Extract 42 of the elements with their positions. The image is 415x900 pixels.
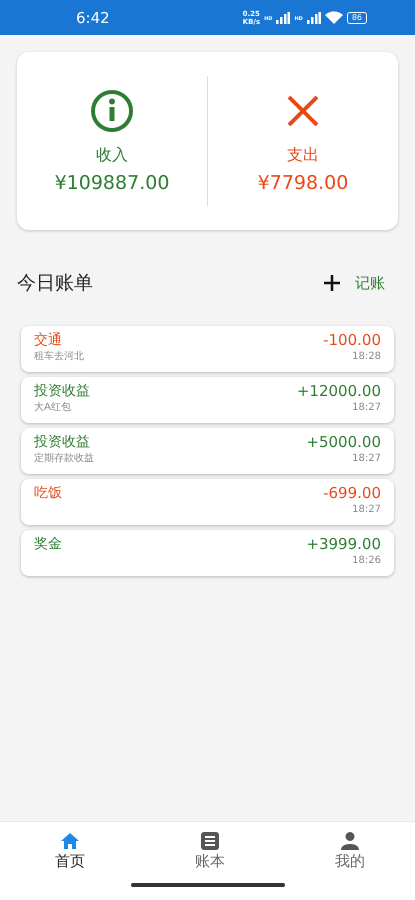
bill-time: 18:26 — [352, 554, 381, 567]
bill-amount: +3999.00 — [306, 534, 381, 554]
bill-item[interactable]: 投资收益 定期存款收益 +5000.00 18:27 — [21, 428, 394, 474]
status-time: 6:42 — [76, 8, 110, 26]
bill-category: 投资收益 — [34, 382, 90, 401]
bill-item[interactable]: 奖金 +3999.00 18:26 — [21, 530, 394, 576]
bill-amount: -699.00 — [323, 483, 381, 503]
info-icon — [90, 88, 134, 132]
add-entry-button[interactable]: 记账 — [323, 274, 385, 292]
summary-label: 收入 — [96, 144, 128, 166]
list-icon — [201, 832, 219, 850]
home-icon — [60, 832, 80, 850]
signal-icon — [306, 12, 321, 24]
tab-item[interactable]: 账本 — [175, 832, 245, 871]
bill-amount: +5000.00 — [306, 432, 381, 452]
bill-note: 租车去河北 — [34, 350, 84, 363]
bill-item[interactable]: 投资收益 大A红包 +12000.00 18:27 — [21, 377, 394, 423]
bill-category: 交通 — [34, 331, 62, 350]
battery-indicator: 86 — [346, 12, 367, 24]
summary-label: 支出 — [287, 144, 319, 166]
signal-icon — [276, 12, 290, 24]
bill-item[interactable]: 吃饭 -699.00 18:27 — [21, 479, 394, 525]
bill-category: 奖金 — [34, 535, 62, 554]
section-title: 今日账单 — [17, 271, 93, 296]
bill-time: 18:27 — [352, 401, 381, 414]
bill-note: 定期存款收益 — [34, 452, 94, 465]
person-icon — [341, 832, 359, 850]
bill-item[interactable]: 交通 租车去河北 -100.00 18:28 — [21, 326, 394, 372]
bill-category: 吃饭 — [34, 484, 62, 503]
plus-icon — [323, 274, 341, 292]
bill-note: 大A红包 — [34, 401, 71, 414]
bill-time: 18:27 — [352, 503, 381, 516]
bill-time: 18:28 — [352, 350, 381, 363]
summary-amount: ¥7798.00 — [258, 172, 348, 194]
bill-amount: +12000.00 — [296, 381, 381, 401]
tab-item[interactable]: 我的 — [315, 832, 385, 871]
tab-item[interactable]: 首页 — [35, 832, 105, 871]
bill-category: 投资收益 — [34, 433, 90, 452]
wifi-icon — [324, 11, 343, 24]
bill-time: 18:27 — [352, 452, 381, 465]
summary-amount: ¥109887.00 — [54, 172, 170, 194]
bill-amount: -100.00 — [323, 330, 381, 350]
